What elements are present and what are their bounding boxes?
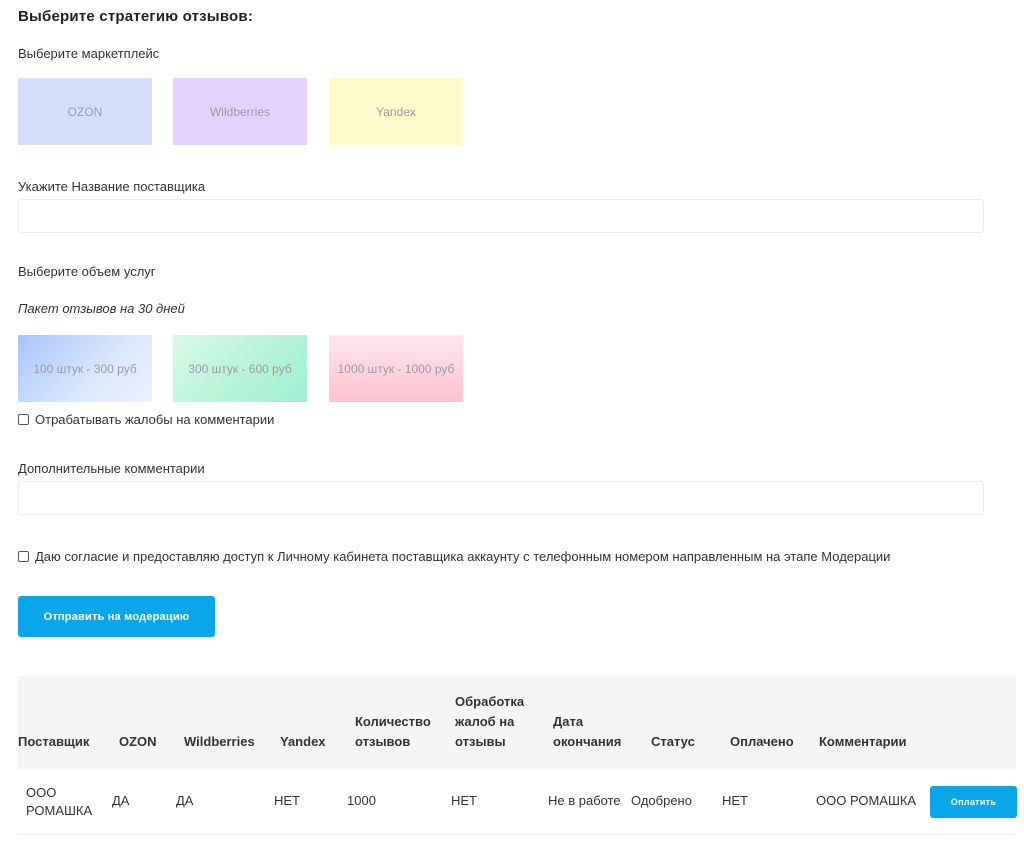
header-yandex: Yandex	[280, 734, 326, 749]
comments-label: Дополнительные комментарии	[18, 461, 205, 476]
marketplace-tile-yandex[interactable]: Yandex	[329, 78, 463, 145]
header-supplier: Поставщик	[18, 734, 90, 749]
cell-end-date: Не в работе	[548, 793, 621, 808]
header-ozon: OZON	[119, 734, 157, 749]
complaints-checkbox-label: Отрабатывать жалобы на комментарии	[35, 412, 275, 427]
marketplace-tile-ozon[interactable]: OZON	[18, 78, 152, 145]
pay-button[interactable]: Оплатить	[930, 786, 1017, 818]
header-wildberries: Wildberries	[184, 734, 255, 749]
comments-input[interactable]	[18, 481, 984, 515]
package-tile-100[interactable]: 100 штук - 300 руб	[18, 335, 152, 402]
consent-checkbox[interactable]	[18, 551, 29, 562]
table-header: Поставщик OZON Wildberries Yandex Количе…	[18, 676, 1016, 769]
cell-ozon: ДА	[112, 793, 130, 808]
cell-complaints: НЕТ	[451, 793, 477, 808]
complaints-checkbox[interactable]	[18, 414, 29, 425]
cell-paid: НЕТ	[722, 793, 748, 808]
package-tile-300[interactable]: 300 штук - 600 руб	[173, 335, 307, 402]
volume-label: Выберите объем услуг	[18, 264, 156, 279]
cell-supplier: ООО РОМАШКА	[26, 785, 93, 818]
header-complaints: Обработка жалоб на отзывы	[455, 694, 525, 749]
package-label: Пакет отзывов на 30 дней	[18, 301, 185, 316]
complaints-checkbox-row[interactable]: Отрабатывать жалобы на комментарии	[18, 412, 274, 427]
submit-moderation-button[interactable]: Отправить на модерацию	[18, 596, 215, 637]
marketplace-label: Выберите маркетплейс	[18, 46, 160, 61]
cell-yandex: НЕТ	[274, 793, 300, 808]
package-tile-1000[interactable]: 1000 штук - 1000 руб	[329, 335, 463, 402]
consent-checkbox-row[interactable]: Даю согласие и предоставляю доступ к Лич…	[18, 549, 890, 564]
header-status: Статус	[651, 734, 695, 749]
cell-comments: ООО РОМАШКА	[816, 793, 917, 808]
supplier-label: Укажите Название поставщика	[18, 179, 206, 194]
header-review-count: Количество отзывов	[355, 714, 431, 749]
cell-review-count: 1000	[347, 793, 376, 808]
page-title: Выберите стратегию отзывов:	[18, 8, 254, 25]
cell-wildberries: ДА	[176, 793, 194, 808]
supplier-name-input[interactable]	[18, 199, 984, 233]
consent-checkbox-label: Даю согласие и предоставляю доступ к Лич…	[35, 549, 891, 564]
header-paid: Оплачено	[730, 734, 794, 749]
header-comments: Комментарии	[819, 734, 907, 749]
marketplace-tile-wildberries[interactable]: Wildberries	[173, 78, 307, 145]
header-end-date: Дата окончания	[553, 714, 622, 749]
table-row: ООО РОМАШКА ДА ДА НЕТ 1000 НЕТ Не в рабо…	[18, 769, 1017, 835]
cell-status: Одобрено	[631, 793, 692, 808]
